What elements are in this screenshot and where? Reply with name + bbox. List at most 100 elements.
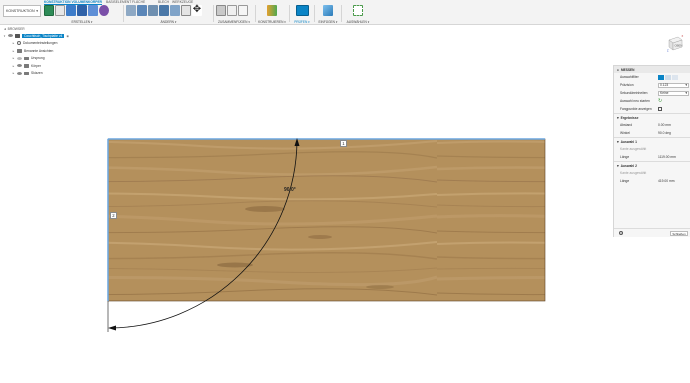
sweep-icon[interactable] xyxy=(88,5,98,16)
gear-icon xyxy=(17,41,21,46)
revolve-icon[interactable] xyxy=(77,5,87,16)
shell-icon[interactable] xyxy=(159,5,169,16)
tab-werkzeuge[interactable]: WERKZEUGE xyxy=(172,0,193,4)
selection-2-title: Auswahl 2 xyxy=(620,163,637,168)
tree-item-sketches[interactable]: ▸ Skizzen xyxy=(0,70,100,78)
measure-panel: ● MESSEN Auswahlfilter Präzision 0.123 ▾… xyxy=(613,65,690,237)
new-sketch-icon[interactable] xyxy=(44,5,54,16)
visibility-eye-icon[interactable] xyxy=(17,56,22,60)
offset-plane-icon[interactable] xyxy=(267,5,277,16)
chamfer-icon[interactable] xyxy=(148,5,158,16)
group-label-auswaehlen: AUSWÄHLEN xyxy=(346,20,367,24)
viewcube[interactable]: OBEN X Z xyxy=(666,34,684,53)
joint-icon[interactable] xyxy=(227,5,237,16)
axis-x-label: X xyxy=(682,34,684,38)
close-button[interactable]: Schließen xyxy=(670,231,688,236)
measure-panel-header[interactable]: ● MESSEN xyxy=(614,66,690,73)
ribbon-toolbar: KONSTRUKTION ▾ KONSTRUKTION VOLUMENKÖRPE… xyxy=(0,0,690,25)
folder-icon xyxy=(24,64,29,68)
caret-right-icon[interactable]: ▸ xyxy=(12,56,15,60)
secondary-units-select[interactable]: Keine ▾ xyxy=(658,90,689,96)
caret-right-icon[interactable]: ▸ xyxy=(12,71,15,75)
tree-item-bodies[interactable]: ▸ Körper xyxy=(0,62,100,70)
chevron-down-icon: ▾ xyxy=(685,83,687,87)
combine-icon[interactable] xyxy=(170,5,180,16)
folder-icon xyxy=(24,71,29,75)
root-component-label: Couchtisch_Tischplatte v4 xyxy=(22,33,65,38)
move-icon[interactable]: ✥ xyxy=(192,5,202,16)
tree-item-document-settings[interactable]: ▸ Dokumenteinstellungen xyxy=(0,40,100,48)
filter-edge-icon[interactable] xyxy=(672,74,678,80)
group-label-einfuegen: EINFÜGEN xyxy=(318,20,335,24)
precision-select[interactable]: 0.123 ▾ xyxy=(658,82,689,88)
selection-1-section[interactable]: ▾ Auswahl 1 xyxy=(614,137,690,145)
tab-blech[interactable]: BLECH xyxy=(158,0,169,4)
as-built-joint-icon[interactable] xyxy=(238,5,248,16)
new-component-icon[interactable] xyxy=(216,5,226,16)
group-label-aendern: ÄNDERN xyxy=(160,20,174,24)
secondary-units-value: Keine xyxy=(660,91,669,95)
fillet-icon[interactable] xyxy=(137,5,147,16)
precision-label: Präzision xyxy=(620,83,634,87)
create-form-icon[interactable] xyxy=(55,5,65,16)
scale-icon[interactable] xyxy=(181,5,191,16)
collapse-icon[interactable]: ◂ xyxy=(4,27,6,31)
tree-item-label: Benannte Ansichten xyxy=(24,48,54,53)
info-icon[interactable]: i xyxy=(619,231,623,235)
document-icon xyxy=(15,34,20,38)
selection-1-length-value: 1119.00 mm xyxy=(658,155,676,159)
tab-flaeche[interactable]: BASISELEMENT FLÄCHE xyxy=(106,0,145,4)
group-erstellen: ERSTELLEN ▾ xyxy=(44,5,120,24)
caret-down-icon: ▾ xyxy=(617,163,619,168)
show-snap-points-row: Fangpunkte anzeigen xyxy=(614,105,690,113)
selection-2-section[interactable]: ▾ Auswahl 2 xyxy=(614,161,690,169)
viewcube-face-label: OBEN xyxy=(675,44,683,48)
filter-body-icon[interactable] xyxy=(658,74,664,80)
extrude-icon[interactable] xyxy=(66,5,76,16)
caret-down-icon[interactable]: ▾ xyxy=(3,34,6,38)
select-icon[interactable] xyxy=(353,5,363,16)
selection-1-hint-row: Kante ausgewählt xyxy=(614,145,690,153)
chevron-down-icon: ▾ xyxy=(36,9,38,13)
group-label-konstruieren: KONSTRUIEREN xyxy=(258,20,284,24)
distance-value: 0.00 mm xyxy=(658,123,671,127)
restart-selection-row: Auswahl neu starten ↻ xyxy=(614,97,690,105)
divider xyxy=(213,5,214,22)
restart-selection-label: Auswahl neu starten xyxy=(620,99,650,103)
workspace-selector[interactable]: KONSTRUKTION ▾ xyxy=(3,5,41,17)
show-snap-points-checkbox[interactable] xyxy=(658,107,662,111)
measure-icon[interactable] xyxy=(295,5,309,16)
radio-icon[interactable]: ◉ xyxy=(66,34,69,38)
angle-row: Winkel 90.0 deg xyxy=(614,129,690,137)
press-pull-icon[interactable] xyxy=(126,5,136,16)
distance-label: Abstand xyxy=(620,123,633,127)
filter-face-icon[interactable] xyxy=(665,74,671,80)
insert-image-icon[interactable] xyxy=(323,5,333,16)
visibility-eye-icon[interactable] xyxy=(8,34,13,38)
loft-icon[interactable] xyxy=(99,5,109,16)
group-einfuegen: EINFÜGEN ▾ xyxy=(317,5,339,24)
precision-value: 0.123 xyxy=(660,83,669,87)
selection-filter-label: Auswahlfilter xyxy=(620,75,639,79)
group-label-zusammenfuegen: ZUSAMMENFÜGEN xyxy=(218,20,248,24)
tree-item-origin[interactable]: ▸ Ursprung xyxy=(0,55,100,63)
tree-item-named-views[interactable]: ▸ Benannte Ansichten xyxy=(0,47,100,55)
restart-selection-icon[interactable]: ↻ xyxy=(658,98,662,104)
folder-icon xyxy=(24,56,29,60)
caret-right-icon[interactable]: ▸ xyxy=(12,49,15,53)
browser-header[interactable]: ◂ BROWSER xyxy=(0,25,100,32)
selection-marker-2: 2 xyxy=(110,212,117,219)
table-top-body[interactable] xyxy=(107,138,546,302)
tree-item-label: Ursprung xyxy=(31,56,45,61)
show-snap-points-label: Fangpunkte anzeigen xyxy=(620,107,652,111)
divider xyxy=(255,5,256,22)
visibility-eye-icon[interactable] xyxy=(17,71,22,75)
caret-right-icon[interactable]: ▸ xyxy=(12,41,15,45)
caret-right-icon[interactable]: ▸ xyxy=(12,64,15,68)
angle-dimension-label: 90.0° xyxy=(284,187,296,193)
tree-root[interactable]: ▾ Couchtisch_Tischplatte v4 ◉ xyxy=(0,32,100,40)
results-section[interactable]: ▾ Ergebnisse xyxy=(614,113,690,121)
chevron-down-icon: ▾ xyxy=(685,91,687,95)
results-title: Ergebnisse xyxy=(620,115,639,120)
visibility-eye-icon[interactable] xyxy=(17,64,22,68)
